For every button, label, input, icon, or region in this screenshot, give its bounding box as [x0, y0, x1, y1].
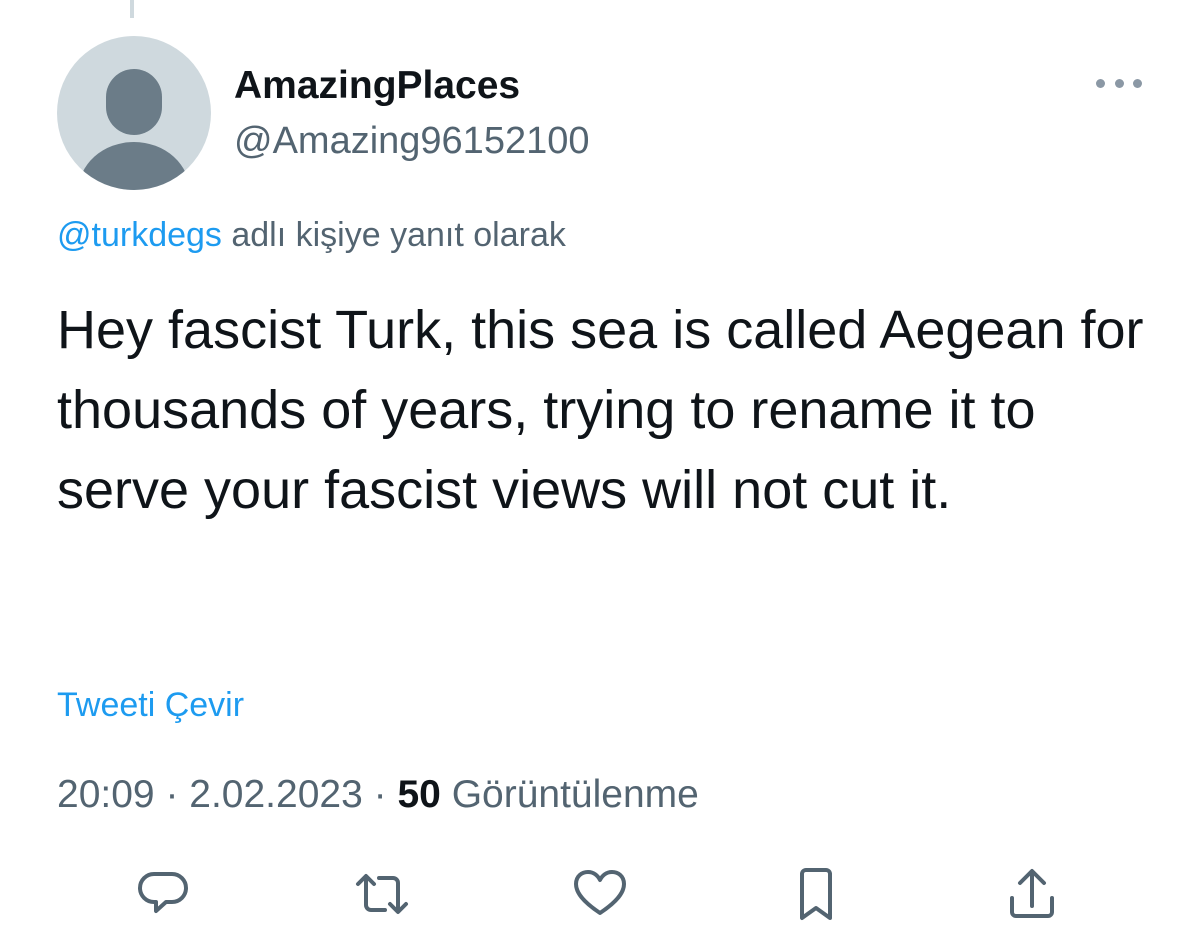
bookmark-button[interactable] — [786, 866, 846, 926]
bookmark-icon — [800, 868, 832, 920]
tweet-action-bar — [0, 866, 1200, 920]
reply-context-label: adlı kişiye yanıt olarak — [221, 216, 566, 254]
more-options-icon[interactable] — [1096, 70, 1142, 96]
tweet-time[interactable]: 20:09 — [57, 773, 155, 816]
translate-tweet-link[interactable]: Tweeti Çevir — [57, 684, 244, 726]
reply-icon — [138, 872, 188, 913]
share-button[interactable] — [1002, 866, 1062, 926]
author-display-name[interactable]: AmazingPlaces — [234, 64, 520, 108]
views-count: 50 — [397, 773, 441, 816]
share-icon — [1010, 869, 1054, 918]
tweet-date[interactable]: 2.02.2023 — [189, 773, 363, 816]
avatar[interactable] — [57, 36, 211, 190]
thread-connector-line — [130, 0, 134, 18]
meta-separator: · — [362, 773, 398, 816]
reply-mention-link[interactable]: @turkdegs — [57, 216, 222, 254]
tweet-text: Hey fascist Turk, this sea is called Aeg… — [57, 300, 1144, 520]
retweet-button[interactable] — [352, 866, 412, 926]
author-handle[interactable]: @Amazing96152100 — [234, 119, 590, 163]
like-button[interactable] — [570, 866, 630, 926]
meta-separator: · — [154, 773, 190, 816]
reply-context: @turkdegs adlı kişiye yanıt olarak — [57, 214, 566, 256]
reply-button[interactable] — [134, 866, 194, 926]
tweet-meta: 20:09 · 2.02.2023 · 50 Görüntülenme — [57, 772, 699, 818]
like-icon — [574, 870, 626, 915]
views-label: Görüntülenme — [440, 773, 699, 816]
default-profile-icon — [78, 69, 190, 190]
retweet-icon — [356, 874, 408, 914]
